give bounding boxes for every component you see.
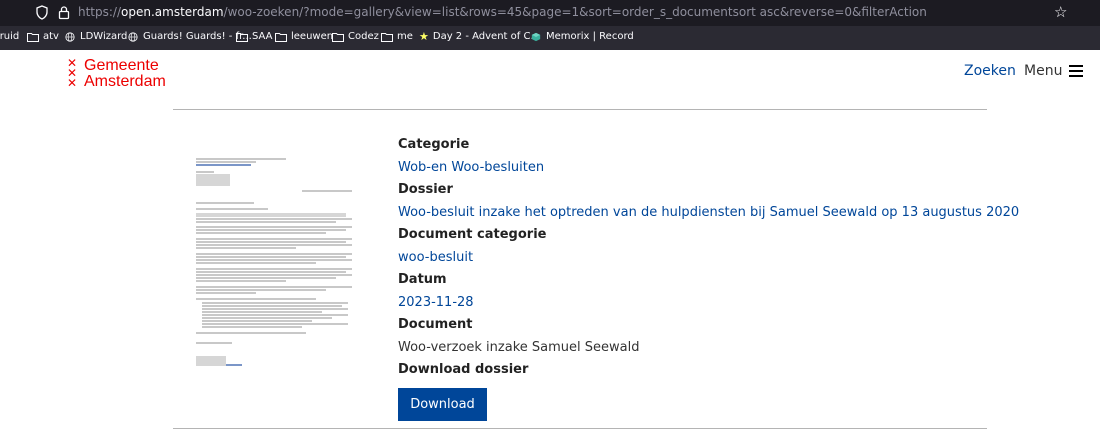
url-domain: open.amsterdam [121,5,224,19]
search-link[interactable]: Zoeken [964,63,1016,79]
browser-url-bar: https://open.amsterdam/woo-zoeken/?mode=… [0,0,1100,26]
bookmark-label: leeuwen [291,31,334,42]
bookmark-label: atv [43,31,59,42]
download-dossier-label: Download dossier [398,362,529,377]
bookmark-codez[interactable]: Codez [332,31,379,42]
url-path: /woo-zoeken/?mode=gallery&view=list&rows… [223,5,927,19]
url-field[interactable]: https://open.amsterdam/woo-zoeken/?mode=… [78,5,927,19]
shield-icon[interactable] [36,5,48,20]
menu-button[interactable]: Menu [1024,63,1084,79]
document-title: Woo-verzoek inzake Samuel Seewald [398,339,640,355]
bookmark-label: LDWizard [80,31,128,42]
bookmark-me[interactable]: me [381,31,413,42]
folder-icon [275,32,287,42]
folder-icon [332,32,344,42]
dossier-link[interactable]: Woo-besluit inzake het optreden van de h… [398,204,1019,227]
bookmark-label: me [397,31,413,42]
bookmark-advent-of-code[interactable]: ★ Day 2 - Advent of C... [419,29,540,43]
bookmark-guards[interactable]: Guards! Guards! - fr... [127,31,252,42]
andreas-crosses-icon: ✕ ✕ ✕ [66,56,78,90]
bookmark-label: Memorix | Record [546,31,634,42]
hamburger-icon [1069,65,1084,77]
bookmark-label: Druid [0,31,20,42]
field-label: Document categorie [398,227,547,242]
bookmark-saa[interactable]: SAA [236,31,273,42]
bookmark-atv[interactable]: atv [27,31,59,42]
globe-icon [128,31,138,42]
field-label: Document [398,317,473,332]
divider [173,109,987,110]
gemeente-amsterdam-logo[interactable]: ✕ ✕ ✕ Gemeente Amsterdam [66,56,166,90]
bookmarks-bar: Druid atv LDWizard Guards! Guards! - fr.… [0,26,1100,50]
datum-link[interactable]: 2023-11-28 [398,294,998,317]
logo-line-2: Amsterdam [84,73,166,90]
menu-label: Menu [1024,63,1063,79]
download-button[interactable]: Download [398,387,487,421]
bookmark-druid[interactable]: Druid [0,31,19,42]
bookmark-label: SAA [252,31,273,42]
bookmark-memorix[interactable]: Memorix | Record [530,31,634,42]
categorie-link[interactable]: Wob-en Woo-besluiten [398,159,998,182]
divider [173,428,987,429]
bookmark-label: Day 2 - Advent of C... [432,31,540,42]
field-label: Dossier [398,182,453,197]
field-label: Datum [398,272,447,287]
document-thumbnail[interactable] [192,150,358,372]
bookmark-star-icon[interactable]: ☆ [1054,3,1067,21]
bookmark-leeuwen[interactable]: leeuwen [275,31,333,42]
field-label: Categorie [398,137,470,152]
bookmark-label: Codez [348,31,379,42]
folder-icon [381,32,393,42]
url-prefix: https:// [78,5,122,19]
globe-icon [65,31,75,42]
folder-icon [236,32,248,42]
lock-icon[interactable] [58,5,70,20]
bookmark-ldwizard[interactable]: LDWizard [64,31,127,42]
document-metadata: Categorie Wob-en Woo-besluiten Dossier W… [398,136,1019,421]
star-icon: ★ [419,29,429,43]
logo-line-1: Gemeente [84,57,159,74]
memorix-icon [531,32,541,41]
document-categorie-link[interactable]: woo-besluit [398,249,998,272]
folder-icon [27,32,39,42]
